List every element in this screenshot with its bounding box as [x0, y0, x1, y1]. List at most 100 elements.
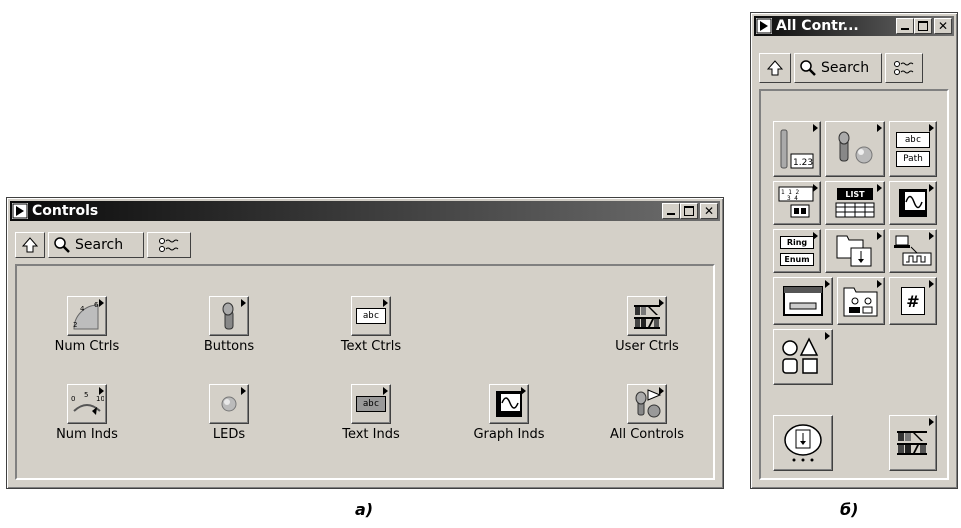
labview-app-icon — [756, 18, 772, 34]
maximize-icon — [684, 206, 694, 216]
search-button[interactable]: Search — [48, 232, 144, 258]
io-button[interactable] — [889, 229, 937, 273]
decorations-icon — [782, 337, 819, 374]
leds-icon — [221, 396, 237, 412]
ring-enum-button[interactable]: Ring Enum — [773, 229, 821, 273]
array-cluster-icon: 1 1 23 4 — [778, 186, 814, 218]
numeric-icon: 1.23 — [780, 129, 814, 169]
palette-label: Text Ctrls — [340, 339, 402, 354]
minimize-button[interactable] — [662, 203, 680, 219]
palette-label: Num Inds — [56, 427, 118, 442]
svg-text:0: 0 — [71, 395, 75, 403]
all-controls-palette: 1.23 abc Path 1 1 23 4 LIST Ring Enum # — [759, 89, 949, 480]
controls-window: Controls ✕ Search 246 Num Ctrls Buttons … — [6, 197, 724, 489]
minimize-button[interactable] — [896, 18, 914, 34]
palette-item-text-ctrls[interactable]: abc Text Ctrls — [331, 296, 411, 354]
palette-label: User Ctrls — [615, 339, 679, 354]
container-icon — [836, 235, 872, 267]
options-icon — [894, 61, 914, 75]
text-ctrls-icon: abc — [356, 308, 386, 324]
boolean-icon — [838, 131, 873, 164]
svg-text:3 4: 3 4 — [787, 195, 798, 202]
path-icon: Path — [896, 150, 930, 167]
enum-icon: Enum — [780, 253, 814, 266]
options-icon — [159, 238, 179, 252]
navigate-up-button[interactable] — [15, 232, 45, 258]
all-controls-window: All Contr... ✕ Search 1.23 abc Path 1 1 … — [750, 12, 958, 489]
numeric-controls-button[interactable]: 1.23 — [773, 121, 821, 177]
classic-controls-button[interactable] — [837, 277, 885, 325]
svg-text:5: 5 — [84, 391, 88, 399]
svg-text:4: 4 — [80, 305, 85, 313]
palette-item-all-controls[interactable]: All Controls — [607, 384, 687, 442]
text-inds-icon: abc — [356, 396, 386, 412]
graph-inds-icon — [496, 391, 522, 417]
palette-label: Num Ctrls — [54, 339, 120, 354]
navigate-up-button[interactable] — [759, 53, 791, 83]
refnum-button[interactable]: # — [889, 277, 937, 325]
user-libraries-button[interactable] — [889, 415, 937, 471]
containers-button[interactable] — [825, 229, 885, 273]
classic-controls-icon — [843, 287, 878, 317]
minimize-icon — [667, 213, 675, 215]
palette-item-graph-inds[interactable]: Graph Inds — [469, 384, 549, 442]
palette-label: All Controls — [609, 427, 684, 442]
decorations-button[interactable] — [773, 329, 833, 385]
palette-label: LEDs — [212, 427, 246, 442]
refnum-icon: # — [901, 287, 925, 315]
labview-app-icon — [12, 203, 28, 219]
list-icon: LIST — [837, 188, 873, 200]
caption-a: a) — [355, 500, 374, 519]
string-icon: abc — [896, 131, 930, 148]
up-arrow-icon — [21, 237, 39, 253]
palette-label: Graph Inds — [473, 427, 545, 442]
string-path-button[interactable]: abc Path — [889, 121, 937, 177]
search-label: Search — [75, 237, 124, 253]
svg-text:2: 2 — [73, 321, 77, 329]
io-icon — [894, 235, 932, 266]
numeric-value-text: 1.23 — [793, 158, 813, 168]
palette-item-text-inds[interactable]: abc Text Inds — [331, 384, 411, 442]
dialog-controls-button[interactable] — [773, 277, 833, 325]
ring-icon: Ring — [780, 236, 814, 249]
palette-item-buttons[interactable]: Buttons — [189, 296, 269, 354]
close-button[interactable]: ✕ — [700, 203, 718, 219]
window-title: All Contr... — [776, 18, 859, 34]
user-libraries-icon — [897, 431, 927, 455]
graph-button[interactable] — [889, 181, 937, 225]
title-bar[interactable]: Controls ✕ — [10, 201, 720, 221]
close-icon: ✕ — [937, 19, 949, 33]
boolean-controls-button[interactable] — [825, 121, 885, 177]
palette-label: Text Inds — [342, 427, 400, 442]
search-button[interactable]: Search — [794, 53, 882, 83]
palette-item-leds[interactable]: LEDs — [189, 384, 269, 442]
controls-palette: 246 Num Ctrls Buttons abc Text Ctrls Use… — [15, 264, 715, 480]
select-control-icon — [784, 424, 822, 462]
close-icon: ✕ — [703, 204, 715, 218]
buttons-icon — [222, 302, 234, 330]
search-label: Search — [821, 60, 870, 76]
svg-text:10: 10 — [96, 395, 104, 403]
graph-icon — [899, 189, 927, 217]
table-icon — [835, 202, 875, 218]
palette-item-num-inds[interactable]: 0 5 10 Num Inds — [47, 384, 127, 442]
up-arrow-icon — [766, 60, 784, 76]
list-table-button[interactable]: LIST — [825, 181, 885, 225]
title-bar[interactable]: All Contr... ✕ — [754, 16, 954, 36]
maximize-icon — [918, 21, 928, 31]
select-control-button[interactable] — [773, 415, 833, 471]
search-icon — [800, 60, 816, 76]
maximize-button[interactable] — [680, 203, 698, 219]
palette-label: Buttons — [203, 339, 255, 354]
search-icon — [54, 237, 70, 253]
caption-b: б) — [840, 500, 859, 519]
array-cluster-button[interactable]: 1 1 23 4 — [773, 181, 821, 225]
window-title: Controls — [32, 203, 99, 219]
options-button[interactable] — [885, 53, 923, 83]
close-button[interactable]: ✕ — [934, 18, 952, 34]
dialog-icon — [783, 286, 823, 316]
options-button[interactable] — [147, 232, 191, 258]
maximize-button[interactable] — [914, 18, 932, 34]
palette-item-num-ctrls[interactable]: 246 Num Ctrls — [47, 296, 127, 354]
palette-item-user-ctrls[interactable]: User Ctrls — [607, 296, 687, 354]
